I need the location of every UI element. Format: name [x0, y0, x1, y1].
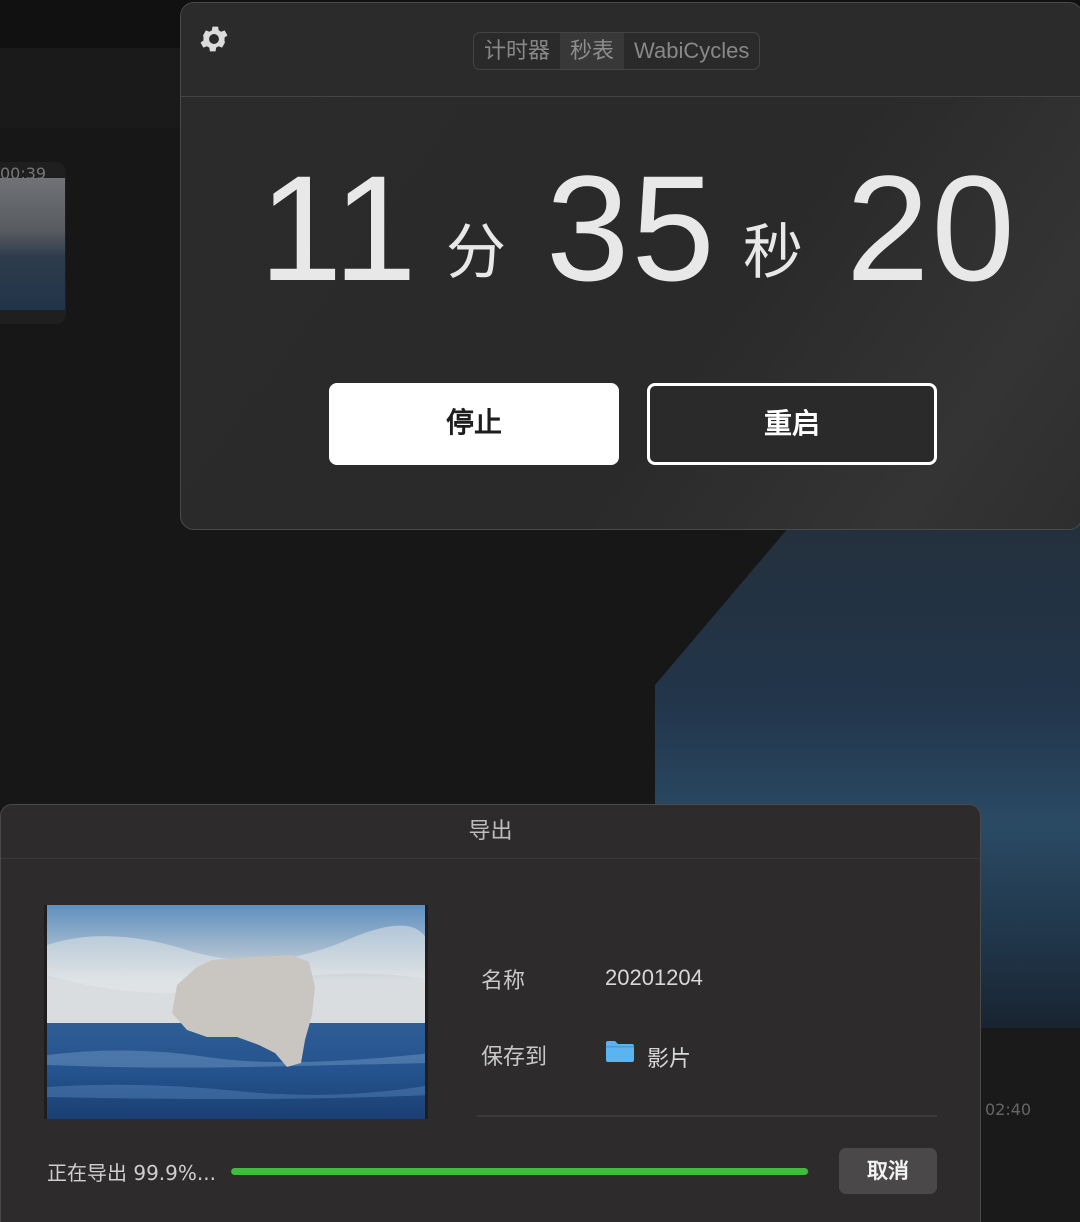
export-progress-bar: [231, 1168, 809, 1175]
stop-button[interactable]: 停止: [329, 383, 619, 465]
export-preview-thumbnail: [44, 905, 428, 1119]
editor-left-pane: [0, 48, 180, 128]
export-title: 导出: [1, 805, 980, 859]
tab-wabicycles[interactable]: WabiCycles: [624, 33, 759, 69]
seconds-unit: 秒: [743, 218, 803, 288]
tab-timer[interactable]: 计时器: [474, 33, 560, 69]
minutes-value: 11: [259, 144, 419, 312]
minutes-unit: 分: [446, 218, 506, 288]
folder-icon: [606, 1041, 634, 1062]
clip-thumbnail: [0, 178, 65, 310]
stopwatch-readout: 11 分 35 秒 20: [181, 143, 1080, 313]
seconds-value: 35: [546, 144, 717, 312]
cancel-button[interactable]: 取消: [839, 1148, 937, 1194]
save-to-value[interactable]: 影片: [647, 1041, 691, 1073]
centiseconds-value: 20: [846, 144, 1017, 312]
tab-stopwatch[interactable]: 秒表: [560, 33, 625, 69]
mode-segmented-control: 计时器 秒表 WabiCycles: [473, 32, 761, 70]
divider: [477, 1115, 937, 1117]
stopwatch-window: 计时器 秒表 WabiCycles 11 分 35 秒 20 停止 重启: [180, 2, 1080, 530]
screen: 00:39 02:40 计时器 秒表 WabiCycles 11 分 35 秒 …: [0, 0, 1080, 1222]
media-clip[interactable]: 00:39: [0, 162, 66, 324]
save-to-label: 保存到: [481, 1045, 548, 1070]
restart-button[interactable]: 重启: [647, 383, 937, 465]
clip-timestamp: 00:39: [0, 164, 47, 183]
timeline-timestamp: 02:40: [985, 1100, 1032, 1119]
name-value[interactable]: 20201204: [605, 965, 703, 991]
export-preview-image: [47, 905, 425, 1119]
export-progress-fill: [231, 1168, 809, 1175]
name-label: 名称: [481, 969, 526, 994]
stopwatch-toolbar: 计时器 秒表 WabiCycles: [181, 3, 1080, 97]
gear-icon[interactable]: [197, 22, 231, 56]
export-status: 正在导出 99.9%...: [47, 1161, 216, 1185]
timeline-panel: [980, 1028, 1080, 1222]
export-dialog: 导出 名称 20201204 保存到 影片 正在导出 99.9%... 取消: [0, 804, 981, 1222]
